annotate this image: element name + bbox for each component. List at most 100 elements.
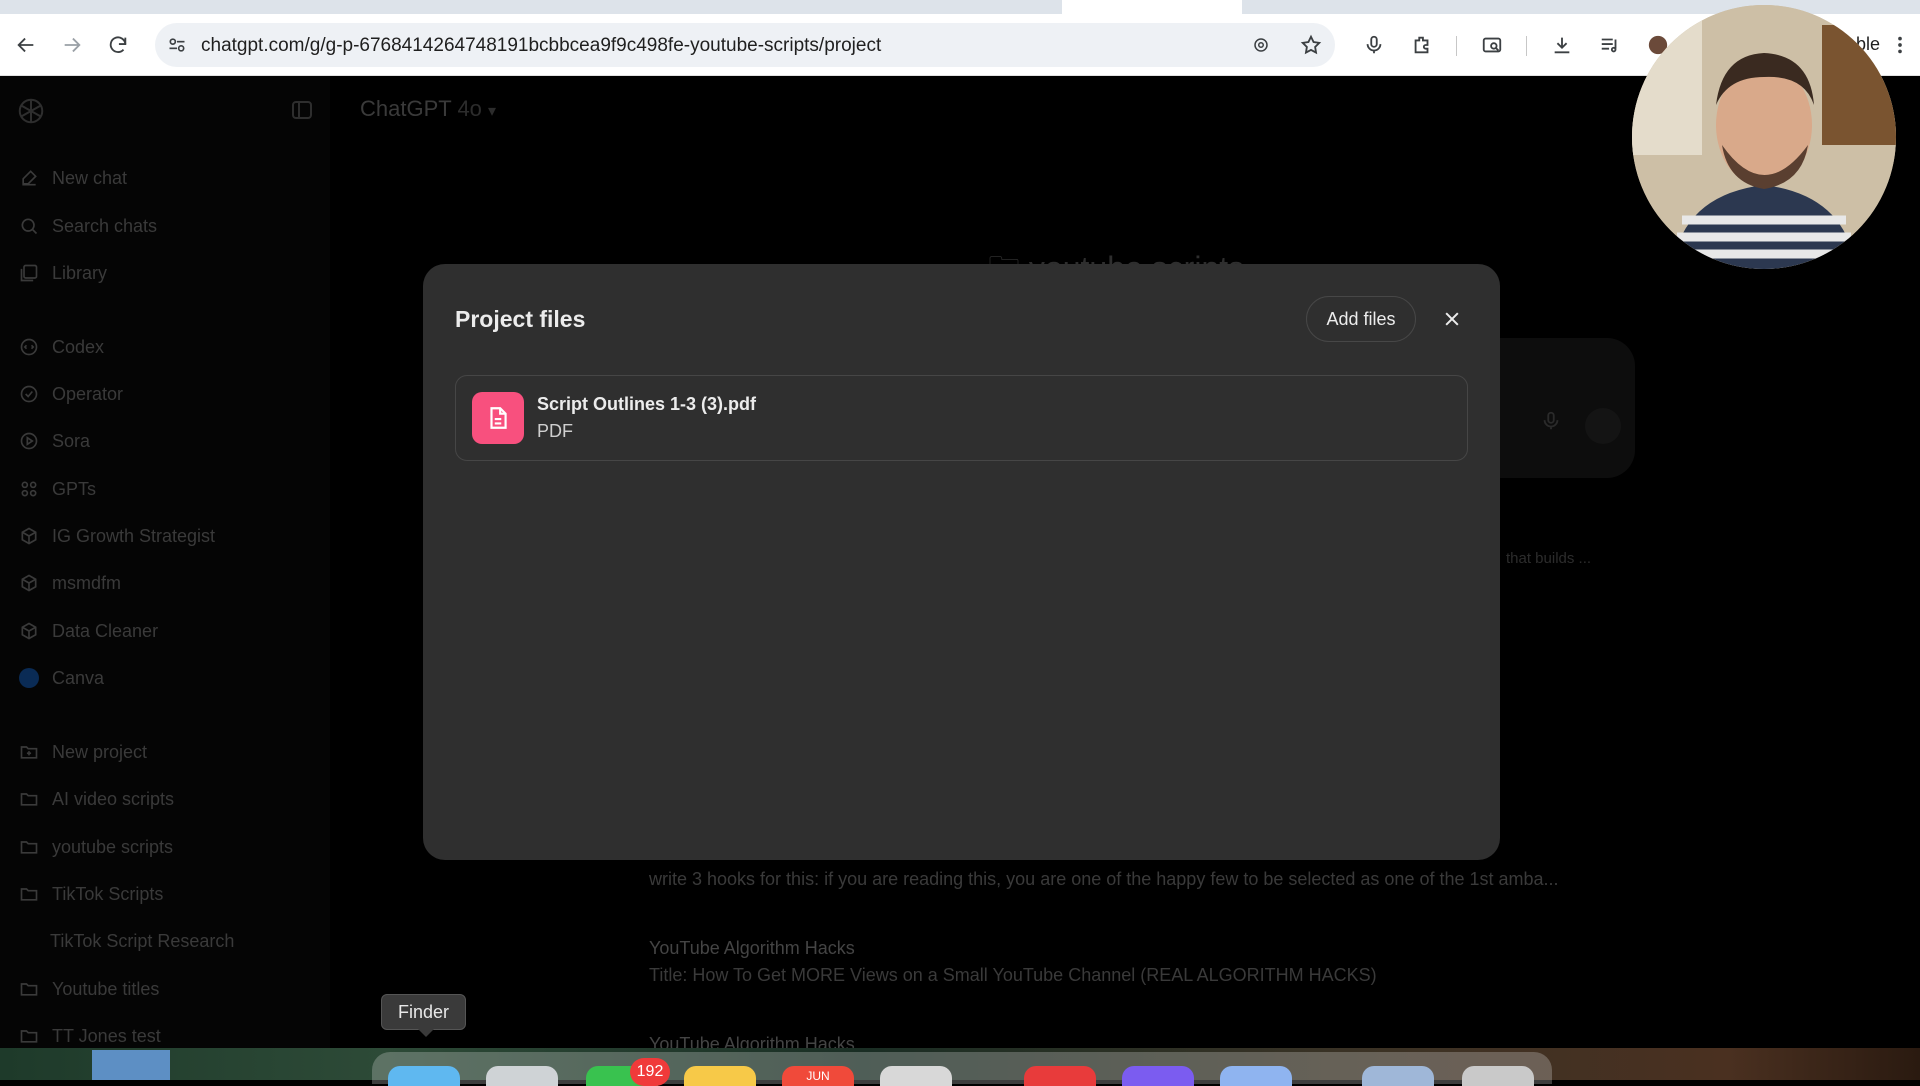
sidebar-item-label: Youtube titles <box>52 978 160 999</box>
dock-thumbnail[interactable] <box>1362 1066 1434 1086</box>
close-button[interactable] <box>1433 300 1471 338</box>
model-version: 4o <box>457 96 482 121</box>
webcam-overlay <box>1632 5 1896 269</box>
sidebar-item-label: Codex <box>52 336 105 357</box>
chat-item-title[interactable]: YouTube Algorithm Hacks <box>649 938 855 959</box>
sidebar-item-label: New chat <box>52 167 128 188</box>
sidebar-item-label: Data Cleaner <box>52 620 159 641</box>
sidebar-item-youtube-titles[interactable]: Youtube titles <box>18 974 159 1004</box>
folder-icon <box>18 1025 40 1047</box>
sidebar-item-search-chats[interactable]: Search chats <box>18 211 157 241</box>
new-folder-icon <box>18 741 40 763</box>
browser-tab-active[interactable] <box>1062 0 1242 14</box>
toolbar-divider <box>1526 36 1527 56</box>
search-icon <box>18 215 40 237</box>
desktop-file-icon[interactable] <box>92 1050 170 1080</box>
folder-icon <box>18 788 40 810</box>
operator-icon <box>18 383 40 405</box>
microphone-icon[interactable] <box>1360 31 1388 59</box>
sidebar-item-ig-growth-strategist[interactable]: IG Growth Strategist <box>18 521 215 551</box>
sidebar-item-label: Operator <box>52 383 124 404</box>
sidebar-item-label: Library <box>52 262 108 283</box>
sidebar-item-label: Canva <box>52 667 105 688</box>
tab-search-icon[interactable] <box>1478 31 1506 59</box>
notes-icon[interactable] <box>684 1066 756 1086</box>
add-files-button[interactable]: Add files <box>1306 296 1416 342</box>
sidebar-item-label: IG Growth Strategist <box>52 525 216 546</box>
sidebar-item-operator[interactable]: Operator <box>18 379 123 409</box>
sidebar-item-label: New project <box>52 741 148 762</box>
forward-button[interactable] <box>58 31 86 59</box>
model-name: ChatGPT <box>360 96 452 121</box>
sidebar-item-youtube-scripts[interactable]: youtube scripts <box>18 832 173 862</box>
canva-icon <box>18 667 40 689</box>
openai-logo-icon[interactable] <box>16 96 46 126</box>
faint-text: that builds ... <box>1506 550 1592 567</box>
sidebar-item-data-cleaner[interactable]: Data Cleaner <box>18 616 158 646</box>
compose-icon <box>18 167 40 189</box>
modal-title: Project files <box>455 306 586 332</box>
file-item[interactable]: Script Outlines 1-3 (3).pdf PDF <box>455 375 1468 461</box>
sora-icon <box>18 430 40 452</box>
sidebar-item-new-chat[interactable]: New chat <box>18 163 127 193</box>
sidebar-item-new-project[interactable]: New project <box>18 737 147 767</box>
download-icon[interactable] <box>1548 31 1576 59</box>
grid-icon <box>18 478 40 500</box>
notification-badge: 192 <box>630 1058 670 1086</box>
browser-toolbar: chatgpt.com/g/g-p-6768414264748191bcbbce… <box>0 14 1920 76</box>
sidebar-item-sora[interactable]: Sora <box>18 426 90 456</box>
app-icon-red[interactable] <box>1024 1066 1096 1086</box>
folder-icon <box>18 836 40 858</box>
sidebar-item-canva[interactable]: Canva <box>18 663 104 693</box>
arrow-right-icon <box>64 37 81 53</box>
model-selector[interactable]: ChatGPT 4o ▾ <box>360 96 496 122</box>
sidebar-item-label: youtube scripts <box>52 836 174 857</box>
sidebar-item-ai-video-scripts[interactable]: AI video scripts <box>18 784 174 814</box>
document-icon <box>472 392 524 444</box>
voice-mode-button[interactable] <box>1585 408 1621 444</box>
bookmark-star-icon[interactable] <box>1297 31 1325 59</box>
folder-icon <box>18 883 40 905</box>
sidebar-item-gpts[interactable]: GPTs <box>18 474 96 504</box>
file-name: Script Outlines 1-3 (3).pdf <box>537 394 757 414</box>
back-button[interactable] <box>12 31 40 59</box>
app-icon-purple[interactable] <box>1122 1066 1194 1086</box>
url-text[interactable]: chatgpt.com/g/g-p-6768414264748191bcbbce… <box>201 35 881 57</box>
library-icon <box>18 262 40 284</box>
cube-icon <box>18 620 40 642</box>
sidebar: New chat Search chats Library Codex Oper… <box>0 76 330 1048</box>
chat-item-subtitle[interactable]: Title: How To Get MORE Views on a Small … <box>649 965 1377 986</box>
sidebar-item-label: AI video scripts <box>52 788 175 809</box>
app-icon-blue[interactable] <box>1220 1066 1292 1086</box>
cube-icon <box>18 525 40 547</box>
calendar-icon[interactable]: JUN <box>782 1066 854 1086</box>
reload-icon <box>109 36 127 53</box>
trash-icon[interactable] <box>1462 1066 1534 1086</box>
sidebar-item-label: TikTok Scripts <box>52 883 164 904</box>
tracking-icon[interactable] <box>1247 31 1275 59</box>
finder-icon[interactable] <box>388 1066 460 1086</box>
sidebar-item-tiktok-scripts[interactable]: TikTok Scripts <box>18 879 163 909</box>
clock-icon[interactable] <box>880 1066 952 1086</box>
sidebar-toggle-icon[interactable] <box>290 98 316 124</box>
sidebar-item-codex[interactable]: Codex <box>18 332 104 362</box>
sidebar-item-msmdfm[interactable]: msmdfm <box>18 568 121 598</box>
arrow-left-icon <box>17 37 34 53</box>
microphone-icon[interactable] <box>1540 410 1562 437</box>
chat-item-subtitle[interactable]: write 3 hooks for this: if you are readi… <box>649 869 1559 890</box>
browser-menu-icon[interactable] <box>1886 31 1914 59</box>
sidebar-item-label: GPTs <box>52 478 97 499</box>
cube-icon <box>18 572 40 594</box>
address-bar[interactable]: chatgpt.com/g/g-p-6768414264748191bcbbce… <box>155 23 1335 67</box>
site-settings-icon[interactable] <box>165 33 189 57</box>
toolbar-divider <box>1456 36 1457 56</box>
sidebar-item-label: Search chats <box>52 215 158 236</box>
sidebar-item-tiktok-script-research[interactable]: TikTok Script Research <box>50 926 234 956</box>
sidebar-item-label: TikTok Script Research <box>50 930 235 951</box>
sidebar-item-library[interactable]: Library <box>18 258 107 288</box>
media-control-icon[interactable] <box>1596 31 1624 59</box>
extensions-icon[interactable] <box>1408 31 1436 59</box>
sidebar-item-tt-jones-test[interactable]: TT Jones test <box>18 1021 161 1051</box>
reload-button[interactable] <box>104 31 132 59</box>
launchpad-icon[interactable] <box>486 1066 558 1086</box>
